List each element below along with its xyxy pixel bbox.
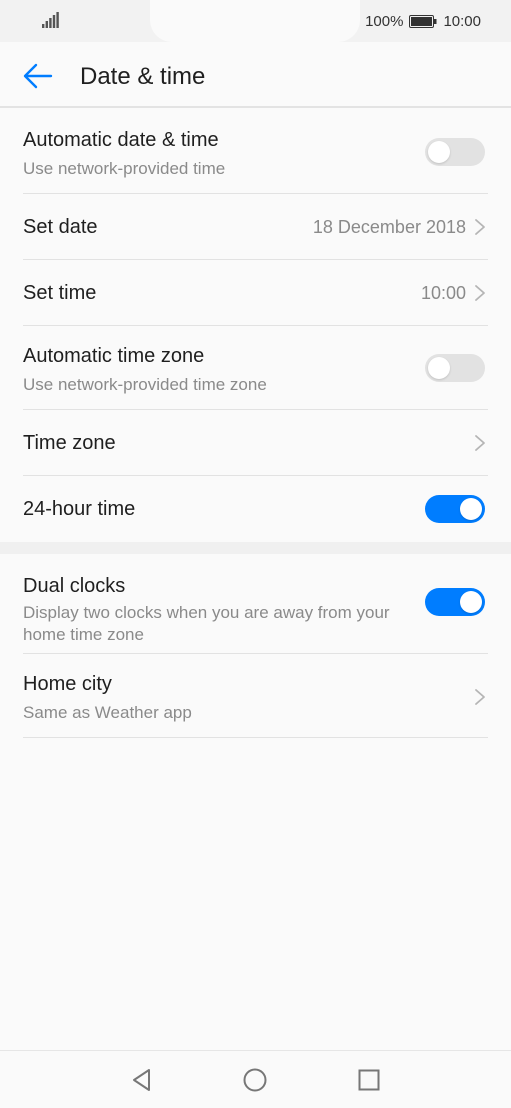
status-right: 100% 10:00: [365, 11, 481, 31]
home-city-title: Home city: [23, 673, 112, 695]
time-zone-title: Time zone: [23, 432, 116, 454]
section-divider: [0, 542, 511, 554]
toggle-knob: [460, 591, 482, 613]
chevron-right-icon: [475, 285, 485, 301]
automatic-date-time-toggle[interactable]: [425, 138, 485, 166]
time-zone-row[interactable]: Time zone: [23, 410, 488, 476]
signal-icon: [42, 12, 59, 28]
status-bar: 100% 10:00: [0, 0, 511, 42]
dual-clocks-toggle[interactable]: [425, 588, 485, 616]
battery-icon: [409, 14, 437, 28]
set-time-value: 10:00: [420, 283, 466, 303]
automatic-time-zone-title: Automatic time zone: [23, 345, 205, 367]
chevron-right-icon: [475, 219, 485, 235]
battery-percent: 100%: [365, 12, 404, 30]
status-time: 10:00: [443, 12, 481, 30]
set-date-row[interactable]: Set date 18 December 2018: [23, 194, 488, 260]
home-city-row[interactable]: Home city Same as Weather app: [23, 654, 488, 738]
automatic-date-time-row[interactable]: Automatic date & time Use network-provid…: [23, 110, 488, 194]
home-city-subtitle: Same as Weather app: [23, 703, 192, 722]
navigation-bar: [0, 1050, 511, 1108]
toggle-knob: [428, 141, 450, 163]
dual-clocks-row[interactable]: Dual clocks Display two clocks when you …: [23, 554, 488, 654]
dual-clocks-subtitle: Display two clocks when you are away fro…: [23, 603, 390, 644]
app-bar: Date & time: [0, 42, 511, 108]
back-triangle-icon[interactable]: [129, 1067, 155, 1093]
page-title: Date & time: [80, 63, 206, 90]
chevron-right-icon: [475, 689, 485, 705]
automatic-time-zone-subtitle: Use network-provided time zone: [23, 375, 267, 394]
chevron-right-icon: [475, 435, 485, 451]
toggle-knob: [460, 498, 482, 520]
automatic-time-zone-toggle[interactable]: [425, 354, 485, 382]
automatic-date-time-subtitle: Use network-provided time: [23, 159, 226, 178]
set-date-title: Set date: [23, 216, 98, 238]
24-hour-time-toggle[interactable]: [425, 495, 485, 523]
toggle-knob: [428, 357, 450, 379]
24-hour-time-row[interactable]: 24-hour time: [23, 476, 488, 542]
arrow-left-icon: [23, 63, 53, 89]
automatic-date-time-title: Automatic date & time: [23, 129, 219, 151]
set-time-title: Set time: [23, 282, 97, 304]
status-notch: [150, 0, 360, 42]
dual-clocks-title: Dual clocks: [23, 575, 126, 597]
automatic-time-zone-row[interactable]: Automatic time zone Use network-provided…: [23, 326, 488, 410]
recents-square-icon[interactable]: [356, 1067, 382, 1093]
home-circle-icon[interactable]: [242, 1067, 268, 1093]
set-time-row[interactable]: Set time 10:00: [23, 260, 488, 326]
24-hour-time-title: 24-hour time: [23, 498, 136, 520]
back-button[interactable]: [18, 58, 58, 94]
settings-list: Automatic date & time Use network-provid…: [0, 110, 511, 738]
set-date-value: 18 December 2018: [312, 217, 466, 237]
